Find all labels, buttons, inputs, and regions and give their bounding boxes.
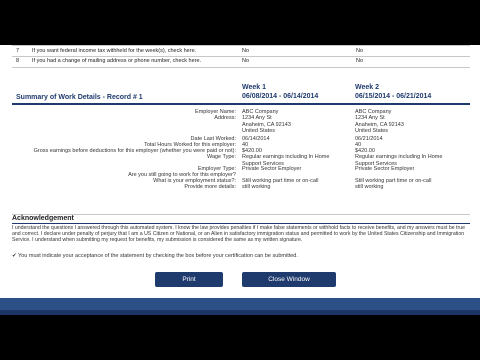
week1-value: 1234 Any St Anaheim, CA 92143 United Sta… — [242, 115, 291, 134]
question-text: If you had a change of mailing address o… — [32, 58, 202, 64]
question-text: If you want federal income tax withheld … — [32, 48, 197, 54]
week2-value: Private Sector Employer — [355, 166, 415, 172]
divider — [12, 45, 470, 46]
divider — [12, 56, 470, 57]
acceptance-checkbox-row[interactable]: ✔ You must indicate your acceptance of t… — [12, 253, 298, 259]
detail-label: Provide more details: — [184, 184, 236, 190]
detail-label: Address: — [214, 115, 236, 121]
week1-value: Private Sector Employer — [242, 166, 302, 172]
week1-answer: No — [242, 58, 250, 64]
divider — [12, 214, 470, 215]
week1-dates: 06/08/2014 - 06/14/2014 — [242, 93, 319, 100]
week2-value: 1234 Any St Anaheim, CA 92143 United Sta… — [355, 115, 404, 134]
footer-links-bar — [0, 310, 480, 315]
summary-rule — [12, 103, 470, 105]
claim-summary-page: 7 If you want federal income tax withhel… — [0, 45, 480, 315]
week2-dates: 06/15/2014 - 06/21/2014 — [355, 93, 432, 100]
week1-heading: Week 1 — [242, 84, 266, 91]
detail-label: Wage Type: — [206, 154, 236, 160]
acceptance-text: You must indicate your acceptance of the… — [18, 253, 298, 259]
question-number: 7 — [16, 48, 20, 54]
summary-title: Summary of Work Details - Record # 1 — [16, 94, 143, 101]
print-button[interactable]: Print — [155, 272, 223, 287]
week2-answer: No — [356, 48, 364, 54]
video-frame: 7 If you want federal income tax withhel… — [0, 0, 480, 360]
divider — [12, 67, 470, 68]
detail-label: Gross earnings before deductions for thi… — [33, 148, 236, 154]
checkmark-icon[interactable]: ✔ — [12, 253, 17, 259]
week2-value: still working — [355, 184, 384, 190]
acknowledgement-rule — [12, 223, 470, 224]
week1-value: still working — [242, 184, 271, 190]
week2-heading: Week 2 — [355, 84, 379, 91]
acknowledgement-text: I understand the questions I answered th… — [12, 225, 465, 244]
week2-answer: No — [356, 58, 364, 64]
question-number: 8 — [16, 58, 20, 64]
close-window-button[interactable]: Close Window — [242, 272, 336, 287]
page-footer-band — [0, 298, 480, 310]
week1-answer: No — [242, 48, 250, 54]
acknowledgement-title: Acknowledgement — [12, 215, 74, 222]
